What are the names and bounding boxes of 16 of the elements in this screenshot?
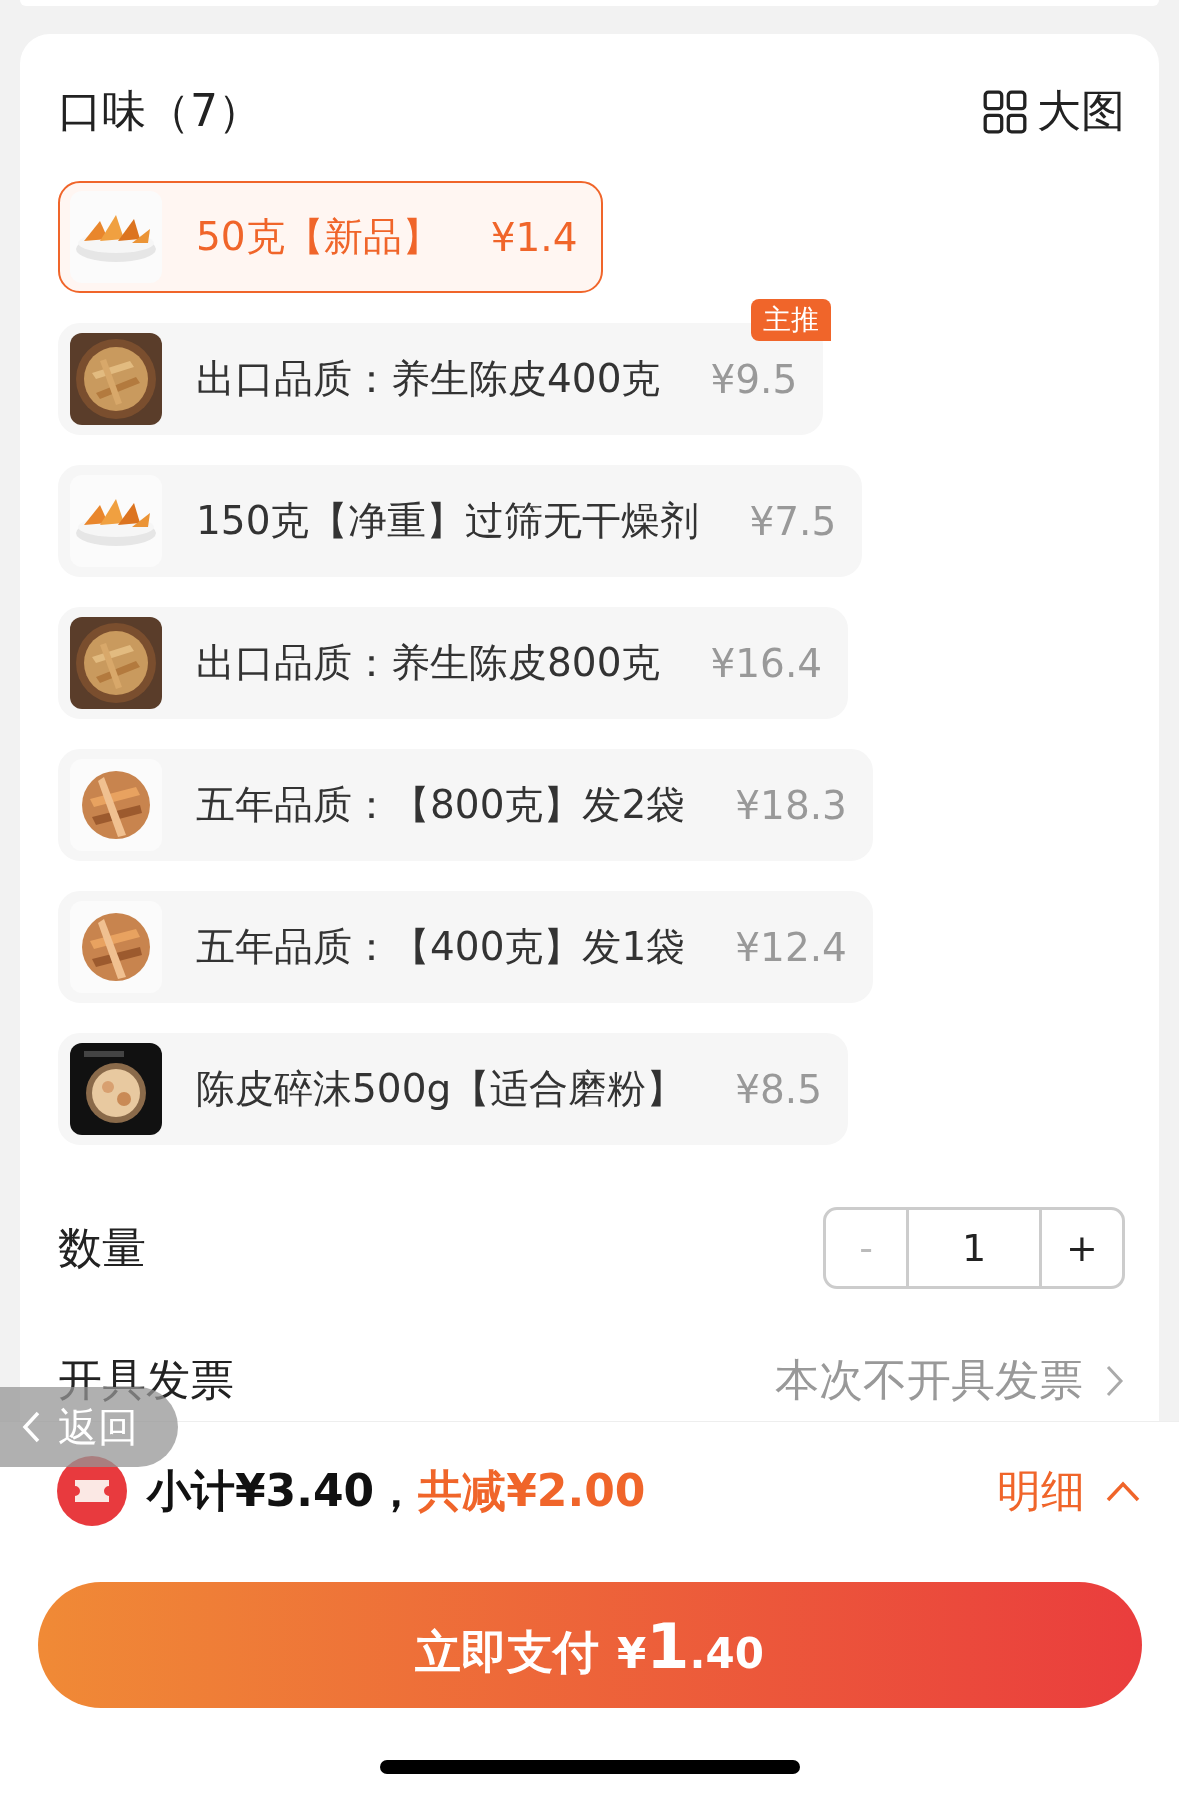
grid-icon xyxy=(983,89,1027,134)
discount-text: 共减¥2.00 xyxy=(418,1463,646,1518)
chevron-up-icon xyxy=(1105,1479,1141,1503)
chevron-left-icon xyxy=(20,1409,42,1445)
recommend-tag: 主推 xyxy=(751,299,832,341)
option-item[interactable]: 150克【净重】过筛无干燥剂 ¥7.5 xyxy=(58,465,863,577)
option-item[interactable]: 五年品质：【800克】发2袋 ¥18.3 xyxy=(58,749,873,861)
option-item[interactable]: 出口品质：养生陈皮800克 ¥16.4 xyxy=(58,607,849,719)
quantity-label: 数量 xyxy=(58,1220,146,1275)
increase-button[interactable]: + xyxy=(1042,1210,1122,1286)
chevron-right-icon xyxy=(1105,1363,1125,1398)
quantity-field[interactable]: 1 xyxy=(906,1210,1042,1286)
option-item[interactable]: 五年品质：【400克】发1袋 ¥12.4 xyxy=(58,891,873,1003)
section-title: 口味（7） xyxy=(58,84,262,138)
option-item[interactable]: 陈皮碎沫500g【适合磨粉】 ¥8.5 xyxy=(58,1033,849,1145)
view-toggle[interactable]: 大图 xyxy=(983,82,1125,141)
